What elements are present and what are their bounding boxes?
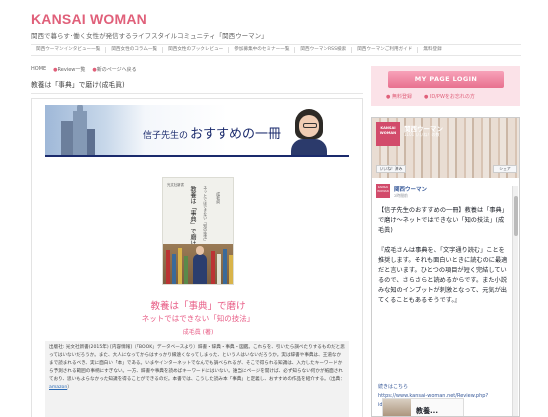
page-title: 教養は「事典」で磨け(成毛眞): [31, 79, 363, 94]
book-subtitle: ネットではできない「知の技法」: [141, 314, 255, 323]
facebook-cover-photo: KANSAI WOMAN 関西ウーマン 1101 いいね！の数 いいね！済み シ…: [372, 118, 519, 178]
scrollbar-thumb[interactable]: [514, 196, 518, 236]
nav-item-interviews[interactable]: 関西ウーマンインタビュー一覧: [31, 47, 107, 53]
register-link[interactable]: ● 無料登録: [386, 93, 412, 100]
facebook-scrollbar[interactable]: [512, 186, 518, 416]
cover-publisher: 光文社新書: [167, 183, 184, 187]
breadcrumb-back[interactable]: ●新のページへ戻る: [92, 66, 136, 73]
facebook-continue-label: 続きはこちら: [378, 384, 409, 390]
forgot-password-label: ID/PWをお忘れの方: [429, 94, 475, 100]
nav-item-guide[interactable]: 関西ウーマンご利用ガイド: [352, 47, 419, 53]
facebook-like-count: 1101 いいね！の数: [404, 132, 440, 137]
cover-title: 教養は「事典」で磨け: [189, 186, 196, 246]
login-panel: MY PAGE LOGIN ● 無料登録 ● ID/PWをお忘れの方: [371, 66, 520, 106]
nav-item-seminars[interactable]: 参加募集中のセミナー一覧: [229, 47, 296, 53]
facebook-widget: KANSAI WOMAN 関西ウーマン 1101 いいね！の数 いいね！済み シ…: [371, 117, 520, 417]
breadcrumb: HOME ●Review一覧 ●新のページへ戻る: [31, 66, 137, 73]
cover-subtitle: ネットではできない「知の技法」: [203, 186, 209, 243]
book-description: 出版社: 光文社新書(2015年) [内容情報]（「BOOK」データベースより）…: [45, 341, 349, 417]
building-illustration: [61, 105, 95, 155]
recommendation-banner: 信子先生の おすすめの一冊: [45, 105, 349, 157]
teacher-portrait: [287, 107, 331, 155]
facebook-post-header: KANSAI WOMAN 関西ウーマン 2時間前: [376, 184, 516, 202]
nav-item-book-reviews[interactable]: 関西女性のブックレビュー: [163, 47, 230, 53]
nav-item-register[interactable]: 無料登録: [418, 47, 446, 53]
preview-thumbnail: [383, 399, 411, 416]
facebook-share-button[interactable]: シェア: [493, 165, 517, 173]
facebook-post-time[interactable]: 2時間前: [394, 193, 408, 199]
facebook-post-text: 【信子先生のおすすめの一冊】教養は「事典」で磨け～ネットではできない「知の技法」…: [378, 207, 508, 304]
site-tagline: 関西で暮らす･働く女性が発信するライフスタイルコミュニティ「関西ウーマン」: [31, 32, 268, 40]
nav-item-rss-search[interactable]: 関西ウーマンRSS検索: [295, 47, 353, 53]
banner-title-small: 信子先生の: [143, 131, 189, 141]
description-suffix: ）: [67, 385, 72, 390]
site-title[interactable]: KANSAI WOMAN: [31, 11, 147, 27]
facebook-post-author[interactable]: 関西ウーマン: [394, 185, 427, 193]
facebook-link-preview[interactable]: 教養...: [382, 398, 464, 416]
register-link-label: 無料登録: [391, 94, 412, 100]
banner-title-big: おすすめの一冊: [190, 127, 282, 142]
cover-author: 成毛眞: [216, 192, 222, 204]
banner-title: 信子先生の おすすめの一冊: [143, 123, 281, 142]
preview-title: 教養...: [416, 407, 438, 415]
cover-person: [193, 246, 207, 284]
facebook-like-button[interactable]: いいね！済み: [376, 165, 406, 173]
review-content: 信子先生の おすすめの一冊 光文社新書 教養は「事典」で磨け ネットではできない…: [31, 98, 363, 417]
breadcrumb-back-label: 新のページへ戻る: [96, 67, 137, 73]
breadcrumb-review-list[interactable]: ●Review一覧: [53, 66, 85, 73]
login-links: ● 無料登録 ● ID/PWをお忘れの方: [386, 93, 475, 100]
forgot-password-link[interactable]: ● ID/PWをお忘れの方: [424, 93, 475, 100]
book-author: 成毛眞 (著): [182, 329, 214, 336]
my-page-login-button[interactable]: MY PAGE LOGIN: [388, 71, 504, 88]
amazon-link[interactable]: amazon: [49, 385, 67, 390]
facebook-page-logo[interactable]: KANSAI WOMAN: [376, 122, 400, 146]
breadcrumb-review-list-label: Review一覧: [57, 67, 86, 73]
book-cover-image[interactable]: 光文社新書 教養は「事典」で磨け ネットではできない「知の技法」 成毛眞: [162, 177, 234, 285]
book-title: 教養は「事典」で磨け: [150, 301, 246, 312]
nav-item-columns[interactable]: 関西女性のコラム一覧: [106, 47, 164, 53]
description-text: 出版社: 光文社新書(2015年) [内容情報]（「BOOK」データベースより）…: [49, 345, 345, 382]
breadcrumb-home[interactable]: HOME: [31, 66, 46, 73]
main-nav: 関西ウーマンインタビュー一覧 関西女性のコラム一覧 関西女性のブックレビュー 参…: [31, 44, 521, 56]
avatar[interactable]: KANSAI WOMAN: [376, 184, 390, 198]
